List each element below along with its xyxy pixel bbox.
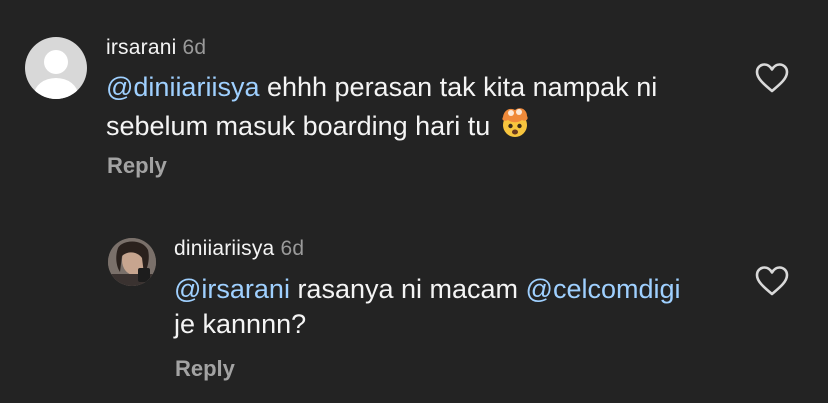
comment-text-part: ehhh perasan tak kita nampak ni bbox=[259, 72, 658, 102]
like-button[interactable] bbox=[755, 63, 789, 93]
comment-timestamp: 6d bbox=[280, 237, 305, 260]
mention-link[interactable]: @celcomdigi bbox=[526, 274, 681, 304]
mention-link[interactable]: @diniiariisya bbox=[106, 72, 259, 102]
profile-photo-icon bbox=[108, 238, 156, 286]
comment-irsarani: irsarani 6d @diniiariisya ehhh perasan ta… bbox=[0, 0, 828, 200]
heart-outline-icon bbox=[755, 63, 789, 93]
avatar[interactable] bbox=[25, 37, 87, 99]
comment-text-part: rasanya ni macam bbox=[289, 274, 526, 304]
comment-text: @diniiariisya ehhh perasan tak kita namp… bbox=[106, 70, 657, 148]
mention-link[interactable]: @irsarani bbox=[174, 274, 290, 304]
username-text[interactable]: irsarani bbox=[106, 36, 176, 59]
username-text[interactable]: diniiariisya bbox=[174, 237, 274, 260]
reply-button[interactable]: Reply bbox=[107, 153, 167, 179]
comment-text-part: je kannnn? bbox=[174, 309, 307, 339]
heart-outline-icon bbox=[755, 266, 789, 296]
avatar[interactable] bbox=[108, 238, 156, 286]
comment-text: @irsarani rasanya ni macam @celcomdigi j… bbox=[174, 272, 681, 342]
default-avatar-icon bbox=[34, 50, 78, 99]
exploding-head-emoji-icon bbox=[498, 105, 532, 148]
reply-button[interactable]: Reply bbox=[175, 356, 235, 382]
comment-text-part: sebelum masuk boarding hari tu bbox=[106, 111, 491, 141]
comment-username[interactable]: irsarani 6d bbox=[106, 36, 206, 60]
comment-diniiariisya: diniiariisya 6d @irsarani rasanya ni maca… bbox=[0, 200, 828, 403]
comment-username[interactable]: diniiariisya 6d bbox=[174, 237, 304, 261]
comment-timestamp: 6d bbox=[182, 36, 207, 59]
like-button[interactable] bbox=[755, 266, 789, 296]
